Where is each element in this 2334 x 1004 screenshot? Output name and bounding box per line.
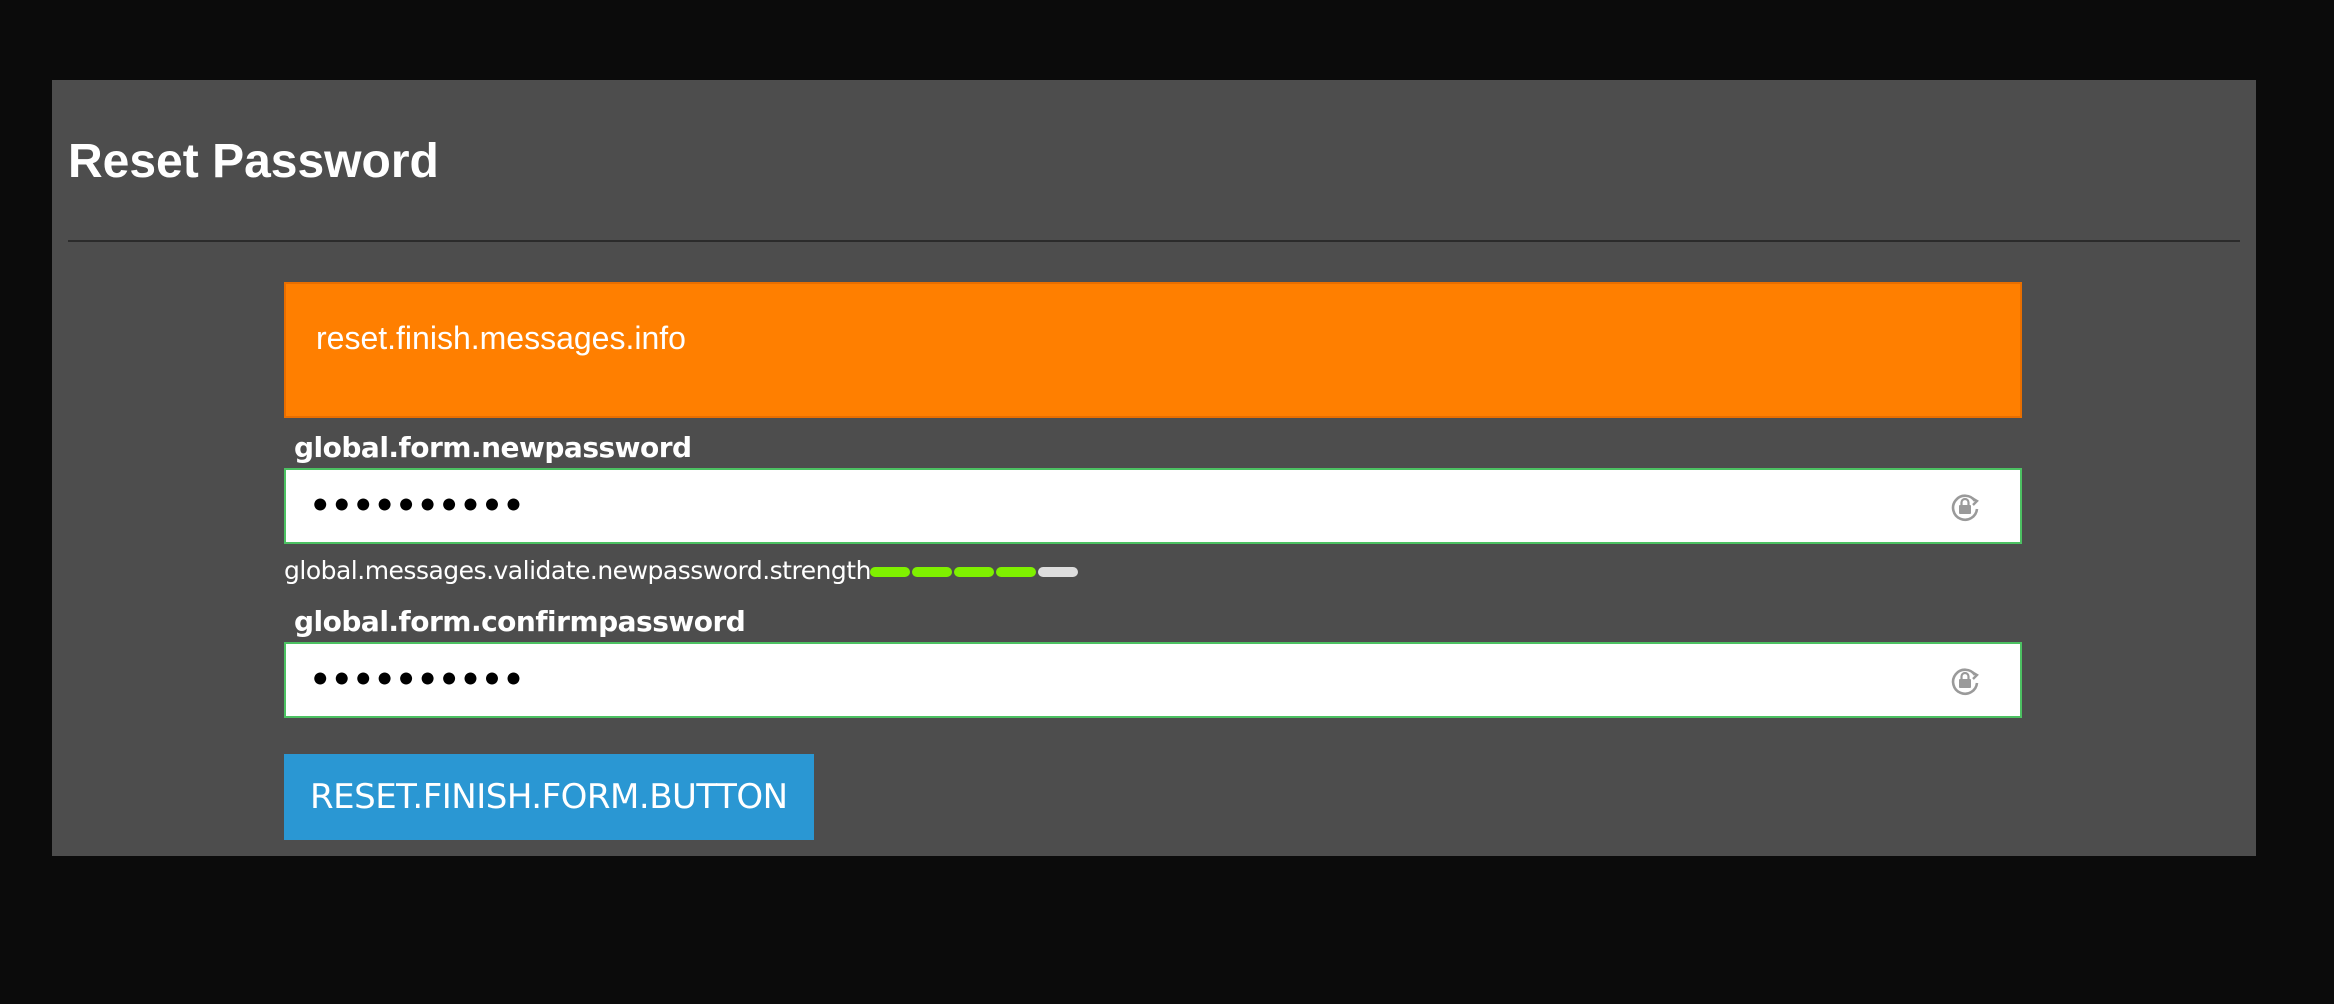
strength-segment xyxy=(954,567,994,577)
new-password-label: global.form.newpassword xyxy=(294,431,692,464)
new-password-input[interactable] xyxy=(286,470,2020,542)
confirm-password-input[interactable] xyxy=(286,644,2020,716)
reset-submit-button[interactable]: RESET.FINISH.FORM.BUTTON xyxy=(284,754,814,840)
new-password-field-wrapper xyxy=(284,468,2022,544)
strength-segment xyxy=(996,567,1036,577)
info-alert-text: reset.finish.messages.info xyxy=(316,320,686,356)
lock-refresh-icon[interactable] xyxy=(1948,664,1982,698)
password-strength-row: global.messages.validate.newpassword.str… xyxy=(284,544,2022,602)
confirm-password-label: global.form.confirmpassword xyxy=(294,605,746,638)
title-divider xyxy=(68,240,2240,242)
lock-refresh-icon[interactable] xyxy=(1948,490,1982,524)
reset-password-panel: Reset Password reset.finish.messages.inf… xyxy=(52,80,2256,856)
password-strength-text: global.messages.validate.newpassword.str… xyxy=(284,556,871,585)
strength-segment xyxy=(1038,567,1078,577)
password-strength-meter xyxy=(870,567,1078,577)
strength-segment xyxy=(870,567,910,577)
strength-segment xyxy=(912,567,952,577)
confirm-password-field-wrapper xyxy=(284,642,2022,718)
info-alert: reset.finish.messages.info xyxy=(284,282,2022,418)
page-title: Reset Password xyxy=(68,135,439,188)
reset-form: reset.finish.messages.info global.form.n… xyxy=(284,282,2022,840)
